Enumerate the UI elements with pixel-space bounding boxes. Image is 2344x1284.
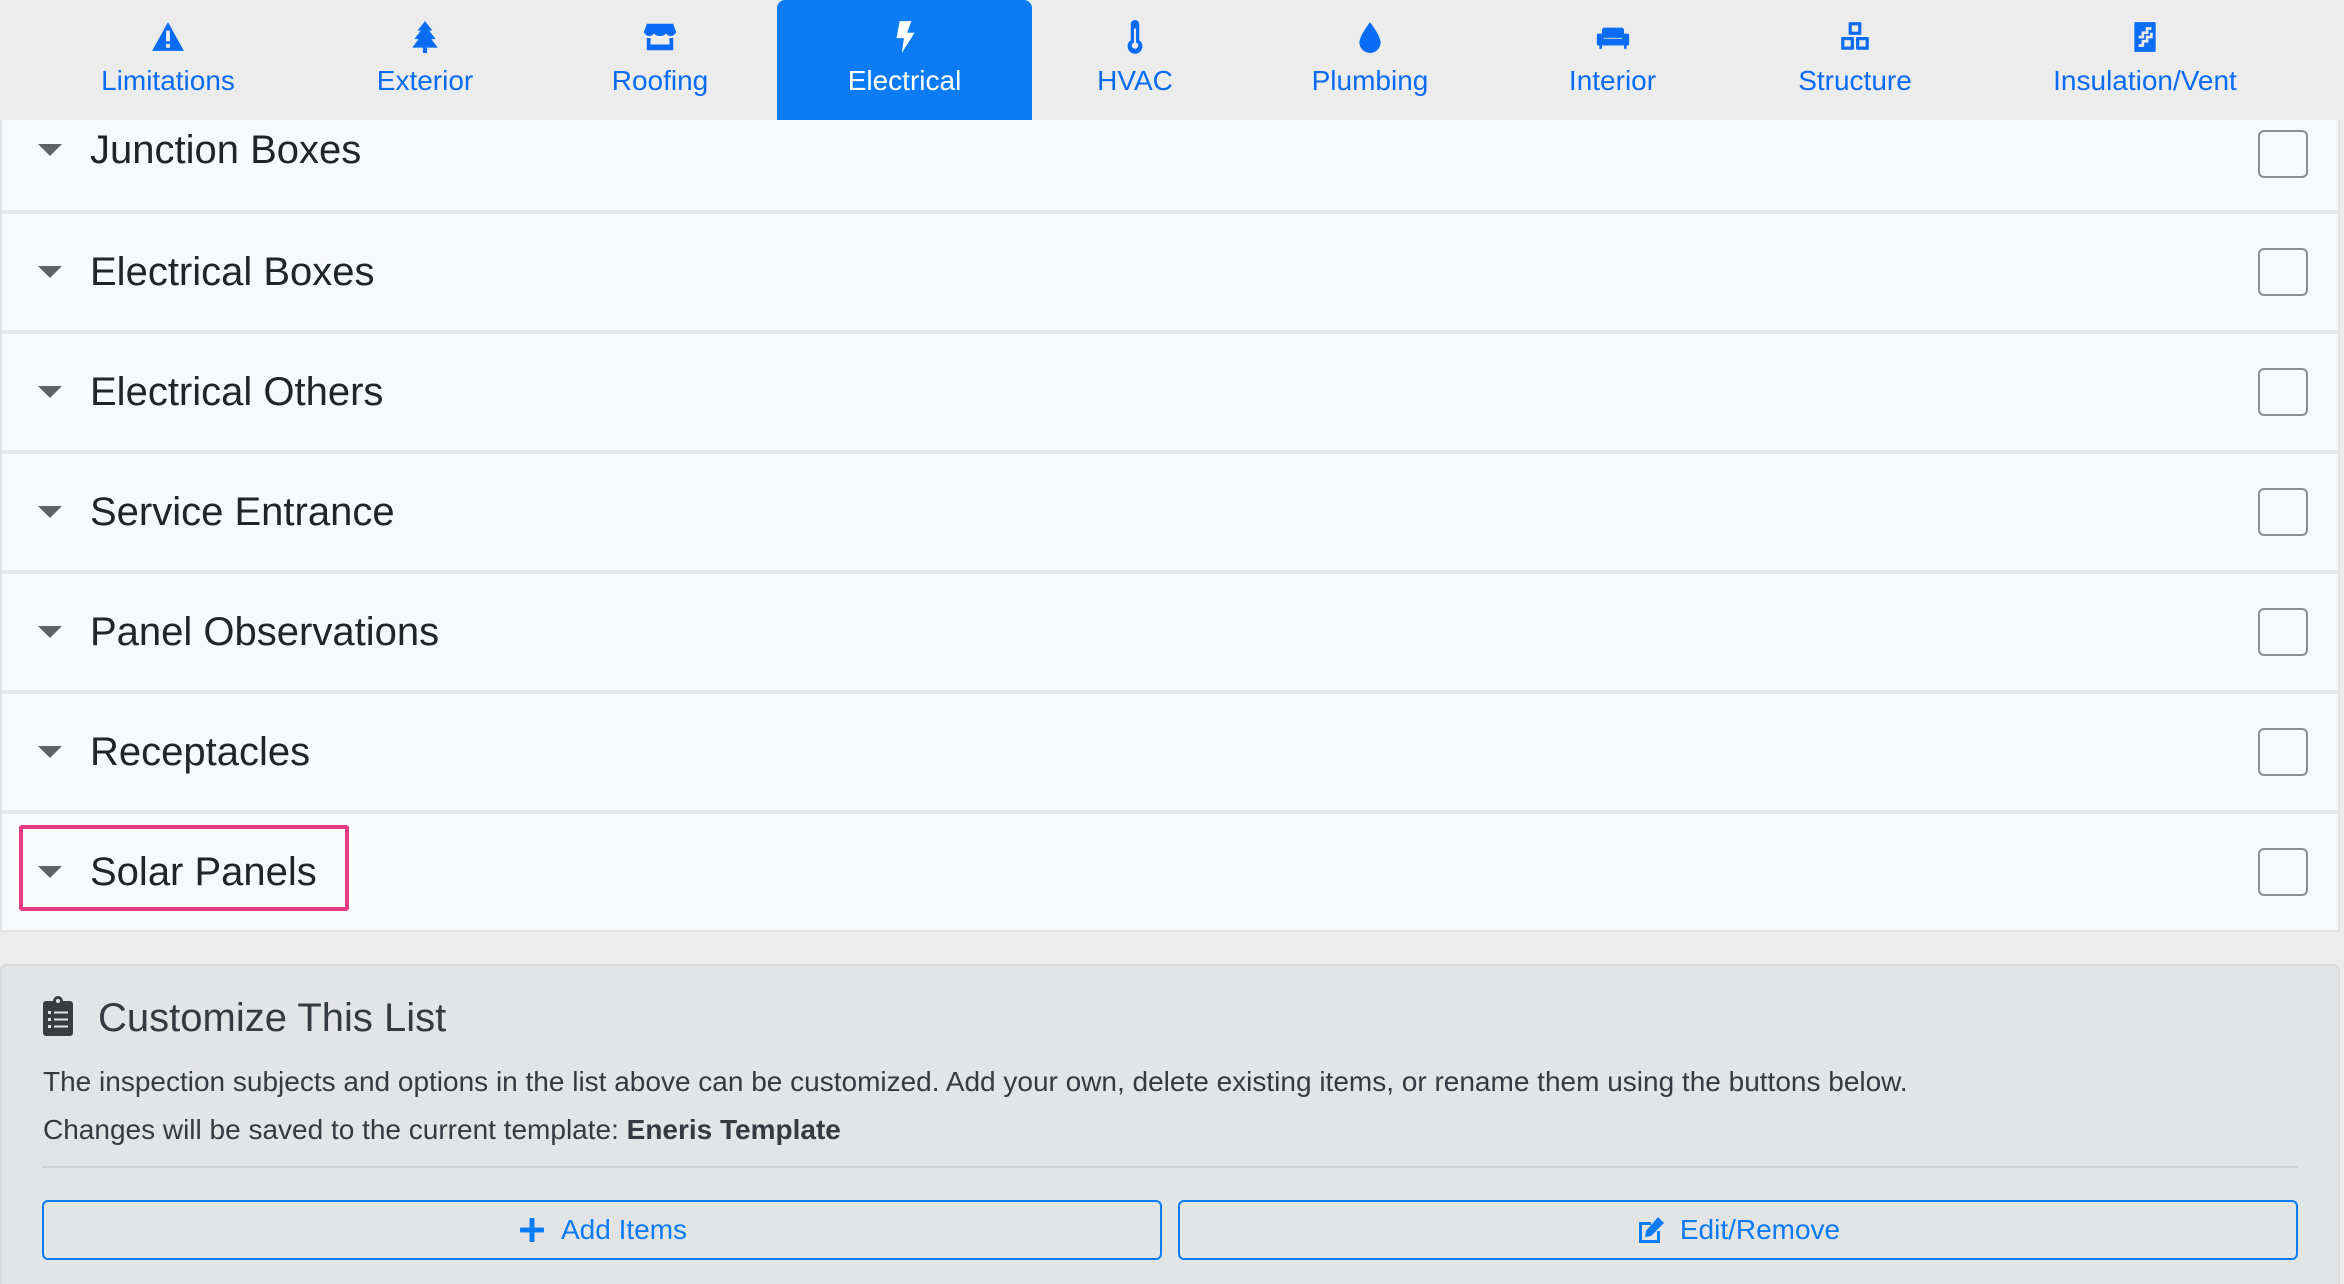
caret-down-icon[interactable] bbox=[38, 746, 62, 758]
tab-label: Exterior bbox=[376, 65, 474, 96]
tab-label: Interior bbox=[1568, 65, 1657, 96]
add-items-label: Add Items bbox=[560, 1214, 688, 1245]
tab-structure[interactable]: Structure bbox=[1750, 0, 1960, 120]
divider bbox=[42, 1166, 2298, 1168]
tree-icon bbox=[405, 20, 445, 54]
water-drop-icon bbox=[1350, 20, 1390, 54]
bolt-icon bbox=[885, 20, 925, 54]
section-row-receptacles[interactable]: Receptacles bbox=[2, 694, 2338, 810]
store-icon bbox=[640, 20, 680, 54]
customize-title: Customize This List bbox=[98, 996, 447, 1040]
edit-icon bbox=[1636, 1215, 1666, 1245]
warning-icon bbox=[148, 20, 188, 54]
tab-label: Roofing bbox=[611, 65, 709, 96]
section-checkbox[interactable] bbox=[2258, 848, 2308, 896]
section-row-electrical-others[interactable]: Electrical Others bbox=[2, 334, 2338, 450]
caret-down-icon[interactable] bbox=[38, 144, 62, 156]
customize-list-panel: Customize This List The inspection subje… bbox=[0, 964, 2340, 1284]
tab-exterior[interactable]: Exterior bbox=[330, 0, 520, 120]
caret-down-icon[interactable] bbox=[38, 866, 62, 878]
template-info: Changes will be saved to the current tem… bbox=[43, 1112, 841, 1148]
add-items-button[interactable]: Add Items bbox=[42, 1200, 1162, 1260]
tab-hvac[interactable]: HVAC bbox=[1060, 0, 1210, 120]
section-title[interactable]: Junction Boxes bbox=[90, 126, 361, 174]
insulation-icon bbox=[2125, 20, 2165, 54]
tab-label: Insulation/Vent bbox=[2053, 65, 2237, 96]
section-row-service-entrance[interactable]: Service Entrance bbox=[2, 454, 2338, 570]
inspection-section-list: Junction Boxes Electrical Boxes Electric… bbox=[0, 120, 2340, 932]
caret-down-icon[interactable] bbox=[38, 266, 62, 278]
category-tab-bar: Limitations Exterior Roofing Electrical … bbox=[0, 0, 2344, 120]
section-checkbox[interactable] bbox=[2258, 488, 2308, 536]
caret-down-icon[interactable] bbox=[38, 386, 62, 398]
section-title[interactable]: Electrical Boxes bbox=[90, 248, 375, 296]
section-title[interactable]: Electrical Others bbox=[90, 368, 383, 416]
cubes-icon bbox=[1835, 20, 1875, 54]
section-checkbox[interactable] bbox=[2258, 608, 2308, 656]
section-row-solar-panels[interactable]: Solar Panels bbox=[2, 814, 2338, 928]
section-title[interactable]: Solar Panels bbox=[90, 848, 317, 896]
template-name: Eneris Template bbox=[626, 1114, 841, 1145]
edit-remove-button[interactable]: Edit/Remove bbox=[1178, 1200, 2298, 1260]
customize-description: The inspection subjects and options in t… bbox=[43, 1066, 1908, 1097]
clipboard-list-icon bbox=[42, 996, 74, 1036]
section-checkbox[interactable] bbox=[2258, 248, 2308, 296]
tab-label: HVAC bbox=[1097, 65, 1173, 96]
tab-electrical[interactable]: Electrical bbox=[777, 0, 1032, 120]
edit-remove-label: Edit/Remove bbox=[1679, 1214, 1841, 1245]
section-title[interactable]: Service Entrance bbox=[90, 488, 395, 536]
section-checkbox[interactable] bbox=[2258, 728, 2308, 776]
section-checkbox[interactable] bbox=[2258, 130, 2308, 178]
section-row-panel-observations[interactable]: Panel Observations bbox=[2, 574, 2338, 690]
tab-roofing[interactable]: Roofing bbox=[560, 0, 760, 120]
tab-label: Structure bbox=[1798, 65, 1912, 96]
section-title[interactable]: Panel Observations bbox=[90, 608, 439, 656]
tab-label: Electrical bbox=[847, 65, 962, 96]
caret-down-icon[interactable] bbox=[38, 626, 62, 638]
plus-icon bbox=[517, 1215, 547, 1245]
tab-insulation-vent[interactable]: Insulation/Vent bbox=[2020, 0, 2270, 120]
tab-interior[interactable]: Interior bbox=[1520, 0, 1705, 120]
caret-down-icon[interactable] bbox=[38, 506, 62, 518]
template-prefix: Changes will be saved to the current tem… bbox=[43, 1114, 627, 1145]
tab-label: Plumbing bbox=[1311, 65, 1429, 96]
section-checkbox[interactable] bbox=[2258, 368, 2308, 416]
tab-limitations[interactable]: Limitations bbox=[48, 0, 288, 120]
thermometer-icon bbox=[1115, 20, 1155, 54]
section-title[interactable]: Receptacles bbox=[90, 728, 310, 776]
tab-plumbing[interactable]: Plumbing bbox=[1270, 0, 1470, 120]
tab-label: Limitations bbox=[101, 65, 235, 96]
section-row-electrical-boxes[interactable]: Electrical Boxes bbox=[2, 214, 2338, 330]
couch-icon bbox=[1593, 20, 1633, 54]
